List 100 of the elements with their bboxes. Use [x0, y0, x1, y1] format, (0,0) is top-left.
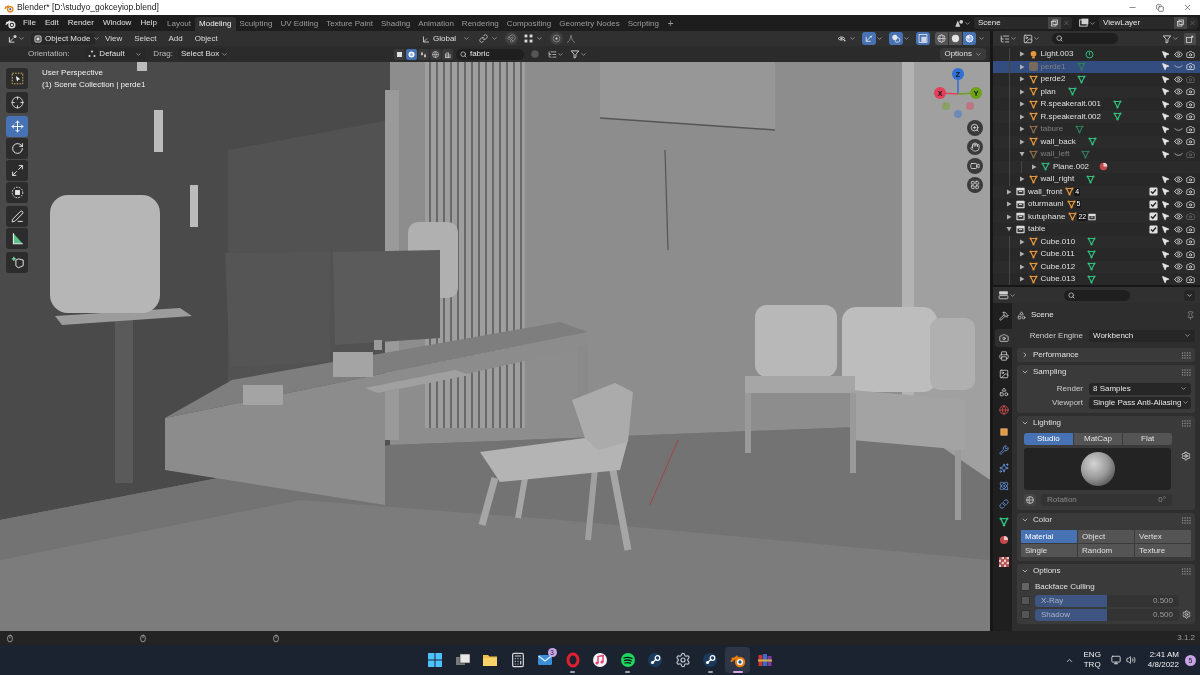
panel-header[interactable]: Sampling: [1021, 365, 1191, 379]
copy-icon[interactable]: [1048, 17, 1061, 29]
disc-icon[interactable]: [949, 32, 962, 45]
new-collection-icon[interactable]: [1184, 32, 1196, 45]
workspace-tab[interactable]: Scripting: [623, 17, 663, 31]
orientation-dropdown[interactable]: Global: [420, 32, 473, 45]
disclosure-triangle-icon[interactable]: [1018, 151, 1025, 158]
color-mode-button[interactable]: Vertex: [1135, 530, 1191, 543]
render-engine-dropdown[interactable]: Workbench: [1089, 329, 1195, 342]
eye-icon[interactable]: [1173, 137, 1183, 147]
eye-icon[interactable]: [1173, 274, 1183, 284]
workspace-tab[interactable]: Compositing: [502, 17, 556, 31]
copy-icon[interactable]: [1174, 17, 1187, 29]
lighting-mode-button[interactable]: Flat: [1123, 433, 1172, 445]
disclosure-triangle-icon[interactable]: [1018, 101, 1025, 108]
droplets-icon[interactable]: [417, 48, 429, 60]
menu-item[interactable]: Edit: [44, 17, 59, 29]
include-checkbox[interactable]: [1148, 199, 1158, 209]
properties-tab[interactable]: [995, 329, 1012, 347]
workspace-tab[interactable]: Texture Paint: [322, 17, 377, 31]
disclosure-triangle-icon[interactable]: [1018, 238, 1025, 245]
monitor-icon[interactable]: [1110, 655, 1121, 665]
lighting-mode-button[interactable]: Studio: [1024, 433, 1073, 445]
disclosure-triangle-icon[interactable]: [1018, 126, 1025, 133]
view-layer-field[interactable]: ViewLayer: [1099, 17, 1174, 29]
disclosure-triangle-icon[interactable]: [1018, 51, 1025, 58]
menu-item[interactable]: Add: [168, 32, 183, 45]
workspace-tab[interactable]: Rendering: [457, 17, 503, 31]
workspace-tab[interactable]: Sculpting: [235, 17, 277, 31]
disclosure-triangle-icon[interactable]: [1006, 226, 1012, 233]
eye-icon[interactable]: [1173, 249, 1183, 259]
wireframe-globe-icon[interactable]: [935, 32, 948, 45]
input-language[interactable]: ENG: [1083, 650, 1101, 660]
disclosure-triangle-icon[interactable]: [1031, 163, 1037, 170]
menu-item[interactable]: Help: [140, 17, 157, 29]
tool-button[interactable]: [6, 116, 28, 137]
square-icon[interactable]: [393, 48, 405, 60]
disclosure-triangle-icon[interactable]: [1018, 113, 1025, 120]
panel-header[interactable]: Lighting: [1021, 416, 1191, 430]
value-dropdown[interactable]: 8 Samples: [1089, 382, 1191, 395]
disclosure-triangle-icon[interactable]: [1018, 63, 1025, 70]
matcap-preview[interactable]: [1024, 448, 1172, 490]
disclosure-triangle-icon[interactable]: [1006, 213, 1012, 220]
tool-button[interactable]: [6, 138, 28, 159]
checkbox[interactable]: [1021, 582, 1030, 591]
nested-squares-icon[interactable]: [916, 32, 930, 45]
grip-icon[interactable]: [1182, 516, 1191, 524]
editor-type-icon[interactable]: [998, 290, 1009, 300]
tool-button[interactable]: [6, 182, 28, 203]
menu-item[interactable]: Window: [102, 17, 132, 29]
workspace-tab[interactable]: Geometry Nodes: [555, 17, 624, 31]
color-mode-button[interactable]: Material: [1021, 530, 1077, 543]
eye-icon[interactable]: [1173, 87, 1183, 97]
workspace-tab[interactable]: Layout: [163, 17, 196, 31]
disclosure-triangle-icon[interactable]: [1006, 188, 1012, 195]
taskbar-button[interactable]: [725, 647, 750, 673]
lighting-mode-button[interactable]: MatCap: [1073, 433, 1123, 445]
restore-icon[interactable]: [1156, 3, 1164, 12]
axes-arrows-icon[interactable]: [862, 32, 876, 45]
panel-header[interactable]: Color: [1021, 513, 1191, 527]
add-workspace-button[interactable]: +: [662, 17, 679, 31]
disclosure-triangle-icon[interactable]: [1018, 176, 1025, 183]
falloff-curve-icon[interactable]: [566, 34, 577, 43]
eye-icon[interactable]: [1173, 212, 1183, 222]
eye-icon[interactable]: [1173, 99, 1183, 109]
eye-icon[interactable]: [1173, 174, 1183, 184]
search-field[interactable]: [1064, 289, 1130, 301]
list-tree-icon[interactable]: [547, 49, 557, 59]
clock-date[interactable]: 4/8/2022: [1147, 660, 1179, 670]
eye-icon[interactable]: [1173, 49, 1183, 59]
eye-icon[interactable]: [1173, 224, 1183, 234]
filter-icon[interactable]: [569, 49, 580, 59]
disclosure-triangle-icon[interactable]: [1018, 76, 1025, 83]
value-dropdown[interactable]: Single Pass Anti-Aliasing: [1089, 396, 1191, 409]
workspace-tab[interactable]: Shading: [376, 17, 415, 31]
disclosure-triangle-icon[interactable]: [1006, 201, 1012, 208]
workspace-tab[interactable]: UV Editing: [276, 17, 323, 31]
eye-icon[interactable]: [1173, 187, 1183, 197]
caret-icon[interactable]: [1184, 289, 1195, 301]
stacked-frames-icon[interactable]: [1079, 18, 1089, 28]
tool-button[interactable]: [6, 160, 28, 181]
disclosure-triangle-icon[interactable]: [1018, 251, 1025, 258]
eye-icon[interactable]: [1173, 237, 1183, 247]
panel-header[interactable]: Options: [1021, 564, 1191, 578]
magnet-icon[interactable]: [505, 32, 519, 45]
app-logo-icon[interactable]: [5, 17, 16, 29]
menu-item[interactable]: Render: [67, 17, 94, 29]
close-icon[interactable]: [1183, 3, 1192, 12]
color-mode-button[interactable]: Texture: [1135, 544, 1191, 557]
include-checkbox[interactable]: [1148, 224, 1158, 234]
color-mode-button[interactable]: Single: [1021, 544, 1077, 557]
options-button[interactable]: Options: [940, 48, 986, 60]
include-checkbox[interactable]: [1148, 212, 1158, 222]
drag-dropdown[interactable]: Select Box: [177, 48, 226, 60]
overlapping-circles-icon[interactable]: [889, 32, 903, 45]
tool-button[interactable]: [6, 228, 28, 249]
list-tree-icon[interactable]: [1000, 33, 1010, 44]
clock-time[interactable]: 2:41 AM: [1149, 650, 1179, 660]
menu-item[interactable]: Object: [194, 32, 218, 45]
eye-icon[interactable]: [1173, 74, 1183, 84]
